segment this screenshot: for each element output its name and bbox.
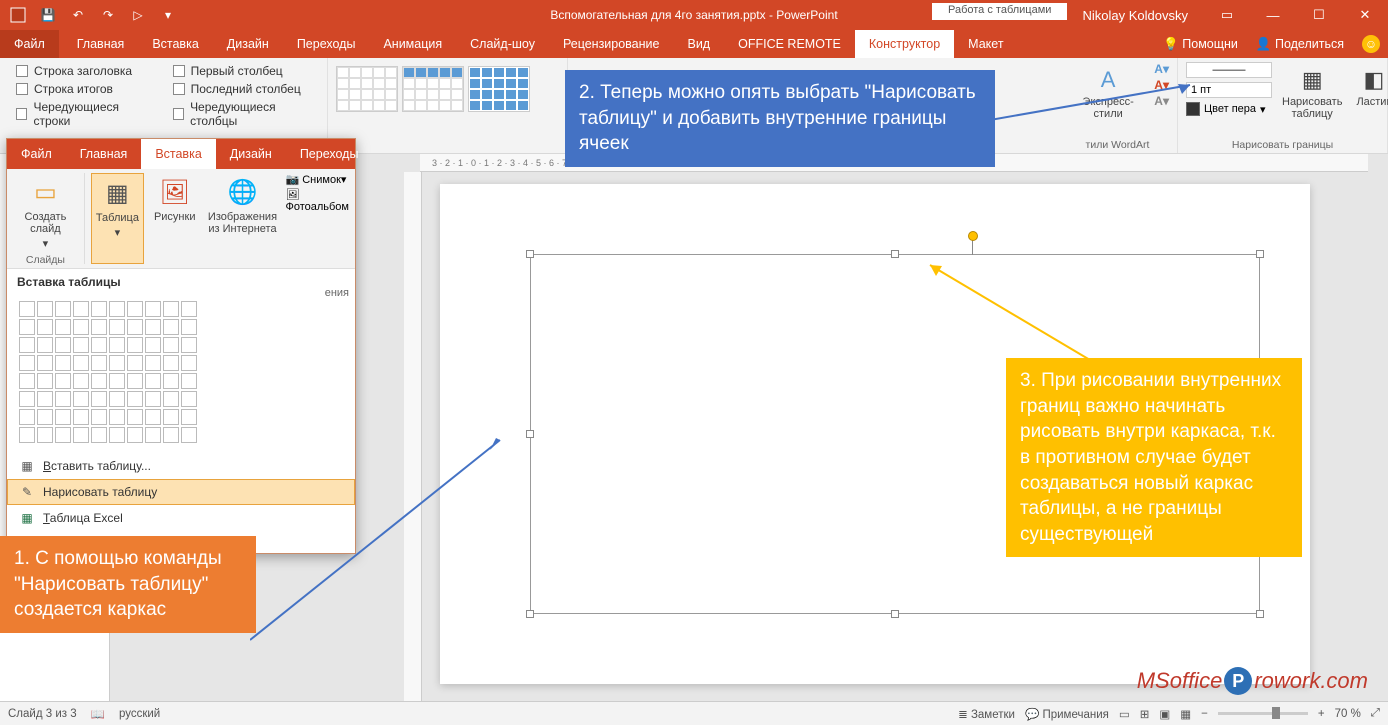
pen-style[interactable]: ——— xyxy=(1186,62,1272,78)
screenshot-button[interactable]: 📷 Снимок▾ xyxy=(285,173,349,186)
callout-2: 2. Теперь можно опять выбрать "Нарисоват… xyxy=(565,70,995,167)
view-slideshow-icon[interactable]: ▦ xyxy=(1180,707,1191,721)
qat-customize-icon[interactable]: ▾ xyxy=(154,1,182,29)
rotation-handle[interactable] xyxy=(968,231,978,241)
eraser-button[interactable]: ◧Ластик xyxy=(1352,62,1388,110)
cb-banded-rows[interactable]: Чередующиеся строки xyxy=(16,98,153,130)
group-draw-borders: Нарисовать границы xyxy=(1186,137,1379,151)
save-icon[interactable]: 💾 xyxy=(34,1,62,29)
view-normal-icon[interactable]: ▭ xyxy=(1119,707,1130,721)
group-wordart: тили WordArt xyxy=(1066,137,1169,151)
close-icon[interactable]: ✕ xyxy=(1342,0,1388,30)
pictures-button[interactable]: 🖼Рисунки xyxy=(150,173,200,264)
fit-to-window-icon[interactable]: ⤢ xyxy=(1371,707,1380,720)
ribbon-display-options-icon[interactable]: ▭ xyxy=(1204,0,1250,30)
tab-home[interactable]: Главная xyxy=(63,30,139,58)
arrow-3 xyxy=(920,260,1100,370)
start-from-beginning-icon[interactable]: ▷ xyxy=(124,1,152,29)
table-style-3[interactable] xyxy=(468,66,530,112)
app-icon xyxy=(4,1,32,29)
cb-total-row[interactable]: Строка итогов xyxy=(16,80,153,98)
cb-last-col[interactable]: Последний столбец xyxy=(173,80,319,98)
callout-1: 1. С помощью команды "Нарисовать таблицу… xyxy=(0,536,256,633)
language-indicator[interactable]: русский xyxy=(119,708,160,720)
user-name[interactable]: Nikolay Koldovsky xyxy=(1067,8,1205,23)
tab-animations[interactable]: Анимация xyxy=(369,30,456,58)
cb-banded-cols[interactable]: Чередующиеся столбцы xyxy=(173,98,319,130)
ribbon-tabs: Файл Главная Вставка Дизайн Переходы Ани… xyxy=(0,30,1388,58)
slide-counter: Слайд 3 из 3 xyxy=(8,708,77,720)
group-slides: Слайды xyxy=(13,252,78,268)
share-button[interactable]: 👤 Поделиться xyxy=(1256,37,1344,52)
table-button[interactable]: ▦Таблица▾ xyxy=(91,173,144,264)
title-bar: 💾 ↶ ↷ ▷ ▾ Вспомогательная для 4го заняти… xyxy=(0,0,1388,30)
arrow-2 xyxy=(990,80,1200,130)
zoom-out[interactable]: − xyxy=(1201,708,1208,720)
table-style-1[interactable] xyxy=(336,66,398,112)
tab-review[interactable]: Рецензирование xyxy=(549,30,674,58)
watermark: MSofficeProwork.com xyxy=(1137,667,1368,695)
notes-button[interactable]: ≣ Заметки xyxy=(958,707,1015,721)
draw-table-button[interactable]: ▦Нарисовать таблицу xyxy=(1278,62,1346,122)
ov-tab-home[interactable]: Главная xyxy=(66,139,142,169)
selection-handle[interactable] xyxy=(891,250,899,258)
tab-transitions[interactable]: Переходы xyxy=(283,30,370,58)
zoom-level[interactable]: 70 % xyxy=(1335,708,1361,720)
selection-handle[interactable] xyxy=(526,430,534,438)
minimize-icon[interactable]: — xyxy=(1250,0,1296,30)
wordart-fill-icon[interactable]: A▾ xyxy=(1154,62,1169,76)
selection-handle[interactable] xyxy=(1256,250,1264,258)
view-reading-icon[interactable]: ▣ xyxy=(1159,707,1170,721)
selection-handle[interactable] xyxy=(891,610,899,618)
zoom-slider[interactable] xyxy=(1218,712,1308,715)
maximize-icon[interactable]: ☐ xyxy=(1296,0,1342,30)
tab-design[interactable]: Дизайн xyxy=(213,30,283,58)
selection-handle[interactable] xyxy=(1256,610,1264,618)
tab-file[interactable]: Файл xyxy=(0,30,59,58)
new-slide-button[interactable]: ▭Создать слайд▾ xyxy=(13,173,78,252)
callout-3: 3. При рисовании внутренних границ важно… xyxy=(1006,358,1302,557)
status-bar: Слайд 3 из 3 📖 русский ≣ Заметки 💬 Приме… xyxy=(0,701,1388,725)
comments-button[interactable]: 💬 Примечания xyxy=(1025,707,1109,721)
cb-header-row[interactable]: Строка заголовка xyxy=(16,62,153,80)
selection-handle[interactable] xyxy=(526,610,534,618)
ov-tab-file[interactable]: Файл xyxy=(7,139,66,169)
view-sorter-icon[interactable]: ⊞ xyxy=(1140,707,1150,721)
zoom-in[interactable]: + xyxy=(1318,708,1325,720)
redo-icon[interactable]: ↷ xyxy=(94,1,122,29)
table-style-2[interactable] xyxy=(402,66,464,112)
partial-group-label: ения xyxy=(325,287,349,299)
tab-constructor-active[interactable]: Конструктор xyxy=(855,30,954,58)
selection-handle[interactable] xyxy=(526,250,534,258)
ov-tab-design[interactable]: Дизайн xyxy=(216,139,286,169)
undo-icon[interactable]: ↶ xyxy=(64,1,92,29)
feedback-icon[interactable]: ☺ xyxy=(1362,35,1380,53)
contextual-tab-group: Работа с таблицами xyxy=(932,0,1067,20)
tab-layout[interactable]: Макет xyxy=(954,30,1017,58)
tab-view[interactable]: Вид xyxy=(673,30,724,58)
rotation-stem xyxy=(972,239,973,255)
tell-me[interactable]: 💡 Помощни xyxy=(1163,37,1238,52)
photo-album-button[interactable]: 🖼 Фотоальбом xyxy=(285,188,349,213)
ov-tab-transitions[interactable]: Переходы xyxy=(286,139,373,169)
tab-slideshow[interactable]: Слайд-шоу xyxy=(456,30,549,58)
arrow-1 xyxy=(250,430,510,650)
tab-insert[interactable]: Вставка xyxy=(138,30,212,58)
online-pictures-button[interactable]: 🌐Изображения из Интернета xyxy=(205,173,279,264)
cb-first-col[interactable]: Первый столбец xyxy=(173,62,319,80)
tab-office-remote[interactable]: OFFICE REMOTE xyxy=(724,30,855,58)
ov-tab-insert-active[interactable]: Вставка xyxy=(141,139,215,169)
insert-table-header: Вставка таблицы xyxy=(7,269,355,295)
spellcheck-icon[interactable]: 📖 xyxy=(91,707,105,721)
